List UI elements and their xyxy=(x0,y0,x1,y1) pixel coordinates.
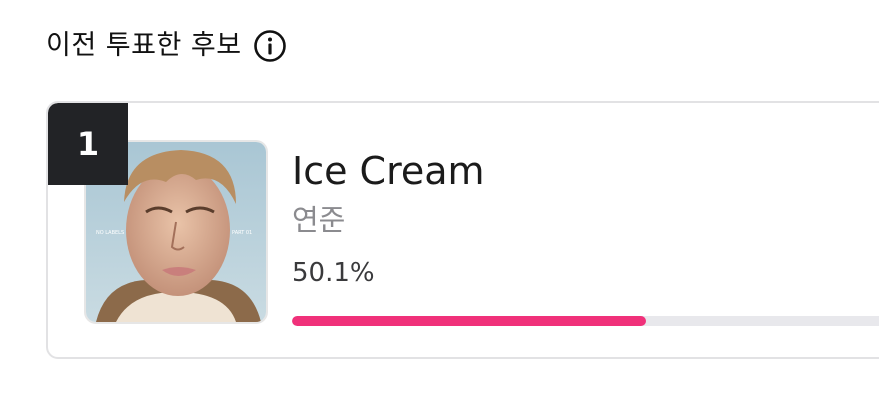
candidate-card[interactable]: 1 NO LABELS PART 01 Ice Cream 연준 50.1% xyxy=(46,101,879,359)
section-header: 이전 투표한 후보 xyxy=(46,26,288,66)
cover-right-text: PART 01 xyxy=(232,230,252,236)
vote-progress-bar xyxy=(292,316,879,326)
vote-percent: 50.1% xyxy=(292,258,375,288)
info-icon[interactable] xyxy=(252,28,288,64)
artist-name: 연준 xyxy=(292,203,346,237)
page: 이전 투표한 후보 1 NO LABELS PART 01 Ice Cream … xyxy=(0,0,879,402)
cover-left-text: NO LABELS xyxy=(96,230,124,236)
vote-progress-fill xyxy=(292,316,646,326)
rank-badge: 1 xyxy=(48,103,128,185)
song-title: Ice Cream xyxy=(292,149,485,193)
section-title: 이전 투표한 후보 xyxy=(46,30,242,61)
